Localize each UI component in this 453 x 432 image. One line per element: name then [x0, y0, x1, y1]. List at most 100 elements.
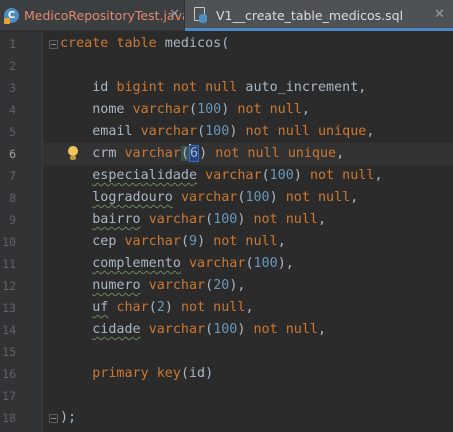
code-token: logradouro: [92, 190, 173, 205]
selected-token: 6: [189, 145, 200, 162]
code-token: bairro: [92, 212, 141, 227]
code-line[interactable]: numero varchar(20),: [60, 275, 245, 297]
line-number: 1: [9, 37, 16, 51]
code-token: cidade: [92, 322, 141, 337]
number-literal: 9: [189, 234, 198, 249]
code-token: nome: [60, 102, 133, 117]
code-token: (: [197, 124, 206, 139]
number-literal: 2: [156, 300, 165, 315]
sql-keyword: char: [116, 300, 149, 315]
number-literal: 100: [205, 124, 230, 139]
sql-keyword: create: [60, 36, 109, 51]
line-number: 8: [9, 191, 16, 205]
code-token: (: [189, 102, 198, 117]
sql-keyword: not null unique: [215, 146, 337, 161]
code-token: ),: [277, 256, 294, 271]
line-number: 10: [2, 235, 16, 249]
sql-keyword: not null: [172, 80, 238, 95]
sql-keyword: not null: [285, 190, 351, 205]
code-line[interactable]: nome varchar(100) not null,: [60, 99, 310, 121]
number-literal: 100: [197, 102, 222, 117]
code-token: ): [293, 168, 310, 183]
code-token: (: [261, 168, 270, 183]
code-line[interactable]: );: [60, 407, 76, 429]
fold-marker-icon[interactable]: [49, 40, 58, 49]
code-line[interactable]: cep varchar(9) not null,: [60, 231, 286, 253]
number-literal: 100: [253, 256, 278, 271]
sql-keyword: varchar: [148, 278, 206, 293]
line-number: 16: [2, 367, 16, 381]
code-editor[interactable]: 1 create table medicos( 2 3 id bigint not n…: [0, 32, 453, 432]
code-token: especialidade: [92, 168, 198, 183]
sql-keyword: not null: [213, 234, 278, 249]
line-number: 13: [2, 301, 16, 315]
code-token: ),: [229, 278, 246, 293]
code-line[interactable]: email varchar(100) not null unique,: [60, 121, 374, 143]
gutter-divider: [42, 32, 43, 432]
sql-file-icon: [194, 7, 207, 23]
code-token: (id): [180, 366, 214, 381]
sql-keyword: varchar: [124, 146, 181, 161]
java-class-icon: C: [4, 8, 19, 24]
line-number: 3: [9, 81, 16, 95]
sql-keyword: not null unique: [245, 124, 367, 139]
tab-create-table-medicos[interactable]: V1__create_table_medicos.sql ✕: [185, 0, 453, 31]
fold-marker-icon[interactable]: [49, 414, 58, 423]
sql-keyword: varchar: [180, 190, 238, 205]
sql-keyword: primary key: [92, 366, 181, 381]
code-token: ): [237, 322, 254, 337]
code-token: numero: [92, 278, 141, 293]
number-literal: 100: [213, 212, 238, 227]
code-token: ): [237, 212, 254, 227]
code-line[interactable]: logradouro varchar(100) not null,: [60, 187, 358, 209]
sql-keyword: not null: [253, 212, 319, 227]
code-line[interactable]: create table medicos(: [60, 33, 229, 55]
line-number: 12: [2, 279, 16, 293]
code-token: uf: [92, 300, 109, 315]
code-line[interactable]: uf char(2) not null,: [60, 297, 253, 319]
sql-keyword: not null: [253, 322, 319, 337]
number-literal: 100: [213, 322, 238, 337]
line-number: 5: [9, 125, 16, 139]
sql-keyword: varchar: [148, 212, 206, 227]
code-token: (: [180, 234, 189, 249]
code-token: id: [60, 80, 117, 95]
sql-keyword: varchar: [132, 102, 189, 117]
code-line[interactable]: crm varchar(6) not null unique,: [60, 143, 344, 165]
code-line[interactable]: complemento varchar(100),: [60, 253, 294, 275]
code-token: ,: [366, 124, 375, 139]
tab-medico-repository-test[interactable]: C MedicoRepositoryTest.java ✕: [0, 0, 190, 31]
line-number: 14: [2, 323, 16, 337]
lightbulb-icon[interactable]: [67, 146, 78, 161]
code-line[interactable]: id bigint not null auto_increment,: [60, 77, 366, 99]
sql-keyword: varchar: [140, 124, 198, 139]
code-line[interactable]: bairro varchar(100) not null,: [60, 209, 326, 231]
code-line[interactable]: especialidade varchar(100) not null,: [60, 165, 382, 187]
sql-keyword: varchar: [124, 234, 181, 249]
tab-label: V1__create_table_medicos.sql: [216, 8, 404, 23]
code-line[interactable]: primary key(id): [60, 363, 213, 385]
sql-keyword: not null: [180, 300, 246, 315]
sql-keyword: varchar: [148, 322, 206, 337]
code-token: ): [197, 234, 214, 249]
code-token: ,: [318, 212, 327, 227]
close-icon[interactable]: ✕: [434, 7, 445, 22]
line-number: 18: [2, 411, 16, 425]
code-line[interactable]: cidade varchar(100) not null,: [60, 319, 326, 341]
sql-keyword: not null: [309, 168, 375, 183]
line-number: 6: [9, 147, 16, 161]
code-token: ,: [336, 146, 345, 161]
close-icon[interactable]: ✕: [169, 7, 180, 22]
